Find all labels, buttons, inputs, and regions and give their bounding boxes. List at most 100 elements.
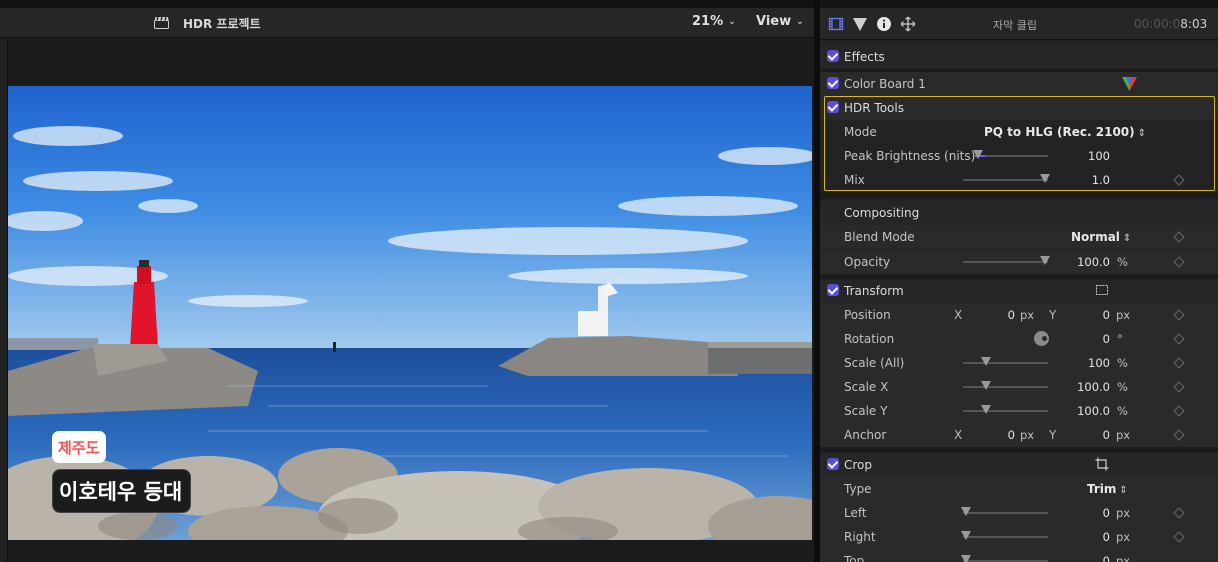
mode-popup[interactable]: PQ to HLG (Rec. 2100) ⇕ [984, 125, 1146, 139]
crop-type-popup[interactable]: Trim ⇕ [1087, 482, 1128, 496]
info-inspector-icon[interactable] [876, 16, 892, 32]
keyframe-icon[interactable] [1173, 531, 1185, 543]
color-board-checkbox[interactable] [827, 77, 839, 89]
crop-left-row: Left 0 px [820, 501, 1218, 525]
scale-y-value[interactable]: 100.0 [1070, 404, 1110, 418]
scale-x-label: Scale X [844, 380, 889, 394]
video-inspector-icon[interactable] [828, 16, 844, 32]
slider-knob[interactable] [973, 150, 983, 159]
keyframe-icon[interactable] [1173, 309, 1185, 321]
title-overlay-large[interactable]: 이호테우 등대 [52, 469, 192, 513]
opacity-slider[interactable] [963, 256, 1050, 265]
zoom-menu[interactable]: 21% ⌄ [692, 14, 736, 29]
peak-brightness-slider[interactable] [973, 150, 1048, 159]
transform-tool-icon[interactable] [900, 16, 916, 32]
effects-header[interactable]: Effects [820, 45, 1218, 69]
updown-chevron-icon: ⇕ [1137, 128, 1147, 139]
scale-all-row: Scale (All) 100 % [820, 351, 1218, 375]
blend-mode-popup[interactable]: Normal ⇕ [1071, 230, 1131, 244]
crop-header[interactable]: Crop [820, 453, 1218, 477]
crop-top-label: Top [844, 554, 865, 562]
crop-top-value[interactable]: 0 [1090, 554, 1110, 562]
rotation-dial-icon[interactable] [1033, 330, 1050, 347]
px-unit: px [1020, 308, 1035, 322]
title-overlay-small[interactable]: 제주도 [52, 431, 107, 463]
scale-y-label: Scale Y [844, 404, 888, 418]
keyframe-icon[interactable] [1173, 256, 1185, 268]
slider-knob[interactable] [1040, 256, 1050, 265]
section-divider [820, 192, 1218, 198]
mix-value[interactable]: 1.0 [1070, 173, 1110, 187]
blend-mode-value: Normal [1071, 230, 1120, 244]
crop-right-value[interactable]: 0 [1090, 530, 1110, 544]
x-label: X [954, 308, 963, 322]
transform-checkbox[interactable] [827, 284, 839, 296]
hdr-tools-header[interactable]: HDR Tools [820, 96, 1218, 120]
keyframe-icon[interactable] [1173, 357, 1185, 369]
scale-x-value[interactable]: 100.0 [1070, 380, 1110, 394]
slider-knob[interactable] [961, 507, 971, 516]
crop-left-slider[interactable] [961, 507, 1048, 516]
updown-chevron-icon: ⇕ [1119, 485, 1128, 496]
hdr-mode-row: Mode PQ to HLG (Rec. 2100) ⇕ [820, 120, 1218, 144]
percent-unit: % [1117, 356, 1128, 370]
px-unit: px [1020, 428, 1035, 442]
color-board-icon[interactable] [1122, 77, 1137, 91]
crop-type-value: Trim [1087, 482, 1117, 496]
keyframe-icon[interactable] [1173, 507, 1185, 519]
zoom-value: 21% [692, 14, 724, 29]
viewer-left-edge [0, 39, 8, 562]
transform-header[interactable]: Transform [820, 279, 1218, 303]
px-unit: px [1116, 428, 1131, 442]
color-board-row[interactable]: Color Board 1 [820, 72, 1218, 96]
opacity-value[interactable]: 100.0 [1070, 255, 1110, 269]
keyframe-icon[interactable] [1173, 174, 1185, 186]
transform-onscreen-icon[interactable] [1095, 284, 1109, 296]
slider-knob[interactable] [961, 555, 971, 562]
color-inspector-icon[interactable] [852, 16, 868, 32]
peak-brightness-value[interactable]: 100 [1070, 149, 1110, 163]
scale-y-slider[interactable] [963, 405, 1048, 414]
scale-all-value[interactable]: 100 [1070, 356, 1110, 370]
slider-knob[interactable] [961, 531, 971, 540]
chevron-down-icon: ⌄ [796, 17, 804, 27]
updown-chevron-icon: ⇕ [1122, 233, 1132, 244]
crop-top-row: Top 0 px [820, 549, 1218, 562]
opacity-row: Opacity 100.0 % [820, 250, 1218, 274]
keyframe-icon[interactable] [1173, 405, 1185, 417]
anchor-x-value[interactable]: 0 [995, 428, 1015, 442]
keyframe-icon[interactable] [1173, 333, 1185, 345]
slider-knob[interactable] [981, 381, 991, 390]
position-y-value[interactable]: 0 [1090, 308, 1110, 322]
x-label: X [954, 428, 963, 442]
effects-checkbox[interactable] [827, 50, 839, 62]
view-menu[interactable]: View ⌄ [756, 14, 804, 29]
crop-right-slider[interactable] [961, 531, 1048, 540]
slider-knob[interactable] [981, 405, 991, 414]
hdr-tools-checkbox[interactable] [827, 101, 839, 113]
slider-knob[interactable] [981, 357, 991, 366]
scale-all-slider[interactable] [963, 357, 1048, 366]
position-x-value[interactable]: 0 [995, 308, 1015, 322]
crop-onscreen-icon[interactable] [1095, 457, 1109, 471]
keyframe-icon[interactable] [1173, 429, 1185, 441]
effects-label: Effects [844, 50, 885, 64]
compositing-header[interactable]: Compositing [820, 201, 1218, 225]
slider-knob[interactable] [1040, 174, 1050, 183]
view-label: View [756, 14, 792, 29]
crop-type-row: Type Trim ⇕ [820, 477, 1218, 501]
crop-left-value[interactable]: 0 [1090, 506, 1110, 520]
rotation-value[interactable]: 0 [1090, 332, 1110, 346]
mix-row: Mix 1.0 [820, 168, 1218, 192]
y-label: Y [1049, 428, 1057, 442]
mix-label: Mix [844, 173, 865, 187]
keyframe-icon[interactable] [1173, 231, 1185, 243]
crop-type-label: Type [844, 482, 872, 496]
crop-checkbox[interactable] [827, 458, 839, 470]
hdr-tools-label: HDR Tools [844, 101, 904, 115]
anchor-y-value[interactable]: 0 [1090, 428, 1110, 442]
scale-x-slider[interactable] [963, 381, 1048, 390]
mix-slider[interactable] [963, 174, 1050, 183]
keyframe-icon[interactable] [1173, 381, 1185, 393]
px-unit: px [1116, 506, 1131, 520]
